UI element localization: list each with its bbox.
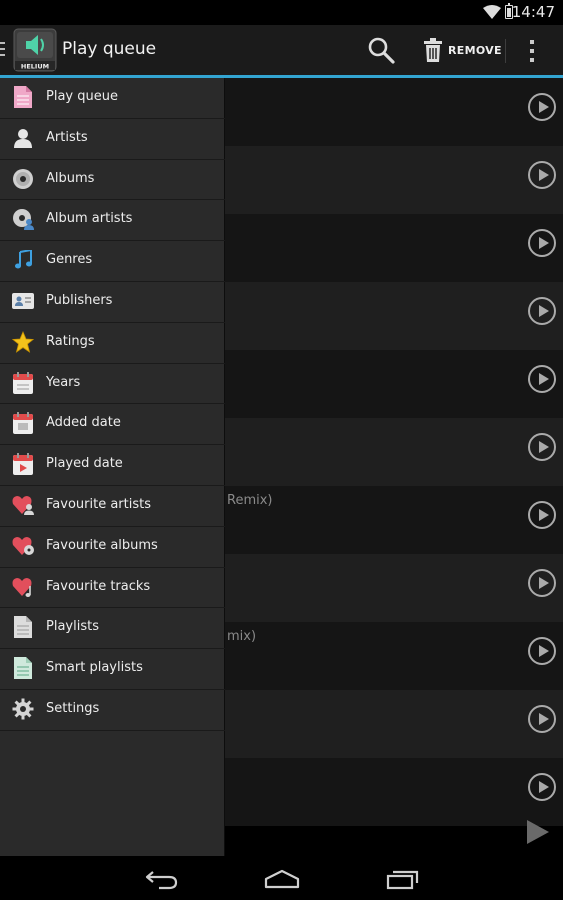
playlist-document-icon [12, 616, 34, 639]
drawer-item-added-date[interactable]: Added date [0, 404, 225, 446]
calendar-played-icon [12, 453, 34, 476]
drawer-item-label: Favourite tracks [46, 578, 151, 594]
app-logo-icon[interactable]: HELIUM [13, 28, 57, 72]
drawer-item-label: Played date [46, 456, 123, 472]
calendar-year-icon [12, 371, 34, 394]
drawer-item-favourite-artists[interactable]: Favourite artists [0, 486, 225, 527]
drawer-item-favourite-tracks[interactable]: Favourite tracks [0, 568, 225, 609]
person-icon [12, 127, 34, 149]
heart-disc-icon [12, 535, 34, 557]
play-icon[interactable] [528, 297, 556, 325]
play-icon[interactable] [528, 705, 556, 733]
status-time: 14:47 [511, 3, 555, 21]
gear-icon [12, 698, 34, 720]
drawer-item-label: Playlists [46, 619, 99, 635]
smart-playlist-document-icon [12, 657, 34, 680]
play-icon[interactable] [528, 229, 556, 257]
drawer-item-play-queue[interactable]: Play queue [0, 78, 225, 119]
play-icon[interactable] [528, 569, 556, 597]
disc-person-icon [12, 208, 34, 231]
home-icon[interactable] [264, 868, 300, 890]
heart-note-icon [12, 576, 34, 598]
drawer-item-label: Settings [46, 701, 100, 716]
nav-drawer: Play queue Artists Albums Album artists … [0, 78, 225, 856]
drawer-item-playlists[interactable]: Playlists [0, 608, 225, 650]
drawer-item-genres[interactable]: Genres [0, 241, 225, 282]
drawer-item-label: Added date [46, 415, 121, 431]
drawer-item-smart-playlists[interactable]: Smart playlists [0, 649, 225, 690]
trash-icon [424, 38, 442, 62]
calendar-added-icon [12, 412, 34, 435]
remove-button[interactable]: REMOVE [424, 35, 502, 65]
queue-row-text: mix) [227, 629, 257, 644]
remove-label: REMOVE [448, 43, 502, 57]
action-bar: HELIUM Play queue REMOVE [0, 25, 563, 75]
drawer-item-played-date[interactable]: Played date [0, 445, 225, 486]
drawer-item-label: Play queue [46, 89, 118, 104]
logo-text: HELIUM [21, 63, 49, 71]
drawer-item-favourite-albums[interactable]: Favourite albums [0, 527, 225, 568]
page-title: Play queue [62, 39, 157, 59]
play-icon[interactable] [528, 433, 556, 461]
drawer-item-artists[interactable]: Artists [0, 119, 225, 160]
play-icon[interactable] [528, 161, 556, 189]
drawer-item-label: Albums [46, 170, 95, 186]
id-card-icon [12, 290, 34, 312]
drawer-item-years[interactable]: Years [0, 364, 225, 405]
drawer-item-album-artists[interactable]: Album artists [0, 200, 225, 242]
drawer-item-label: Ratings [46, 333, 95, 349]
mini-player-play-icon[interactable] [527, 820, 549, 844]
action-divider [505, 39, 506, 63]
queue-row-text: Remix) [227, 493, 273, 508]
wifi-icon [483, 5, 501, 19]
drawer-item-label: Publishers [46, 293, 113, 308]
play-icon[interactable] [528, 501, 556, 529]
drawer-item-label: Smart playlists [46, 660, 143, 676]
drawer-item-label: Album artists [46, 211, 133, 227]
heart-person-icon [12, 494, 34, 516]
play-icon[interactable] [528, 365, 556, 393]
drawer-item-settings[interactable]: Settings [0, 690, 225, 731]
play-icon[interactable] [528, 637, 556, 665]
back-icon[interactable] [145, 868, 179, 890]
drawer-item-label: Favourite artists [46, 497, 151, 512]
play-icon[interactable] [528, 93, 556, 121]
drawer-item-publishers[interactable]: Publishers [0, 282, 225, 323]
drawer-indicator-icon[interactable] [0, 42, 5, 56]
disc-icon [12, 168, 34, 190]
status-bar: 14:47 [0, 0, 563, 25]
document-pink-icon [12, 86, 34, 108]
overflow-menu-icon[interactable] [522, 38, 542, 64]
drawer-item-label: Favourite albums [46, 537, 158, 553]
drawer-item-label: Genres [46, 252, 93, 268]
system-nav-bar [0, 856, 563, 900]
drawer-item-label: Years [46, 374, 81, 390]
drawer-item-albums[interactable]: Albums [0, 160, 225, 201]
search-button[interactable] [366, 35, 396, 65]
recents-icon[interactable] [386, 868, 420, 890]
drawer-item-ratings[interactable]: Ratings [0, 323, 225, 364]
music-note-icon [12, 249, 34, 271]
drawer-item-label: Artists [46, 129, 88, 145]
play-icon[interactable] [528, 773, 556, 801]
star-icon [12, 330, 34, 353]
